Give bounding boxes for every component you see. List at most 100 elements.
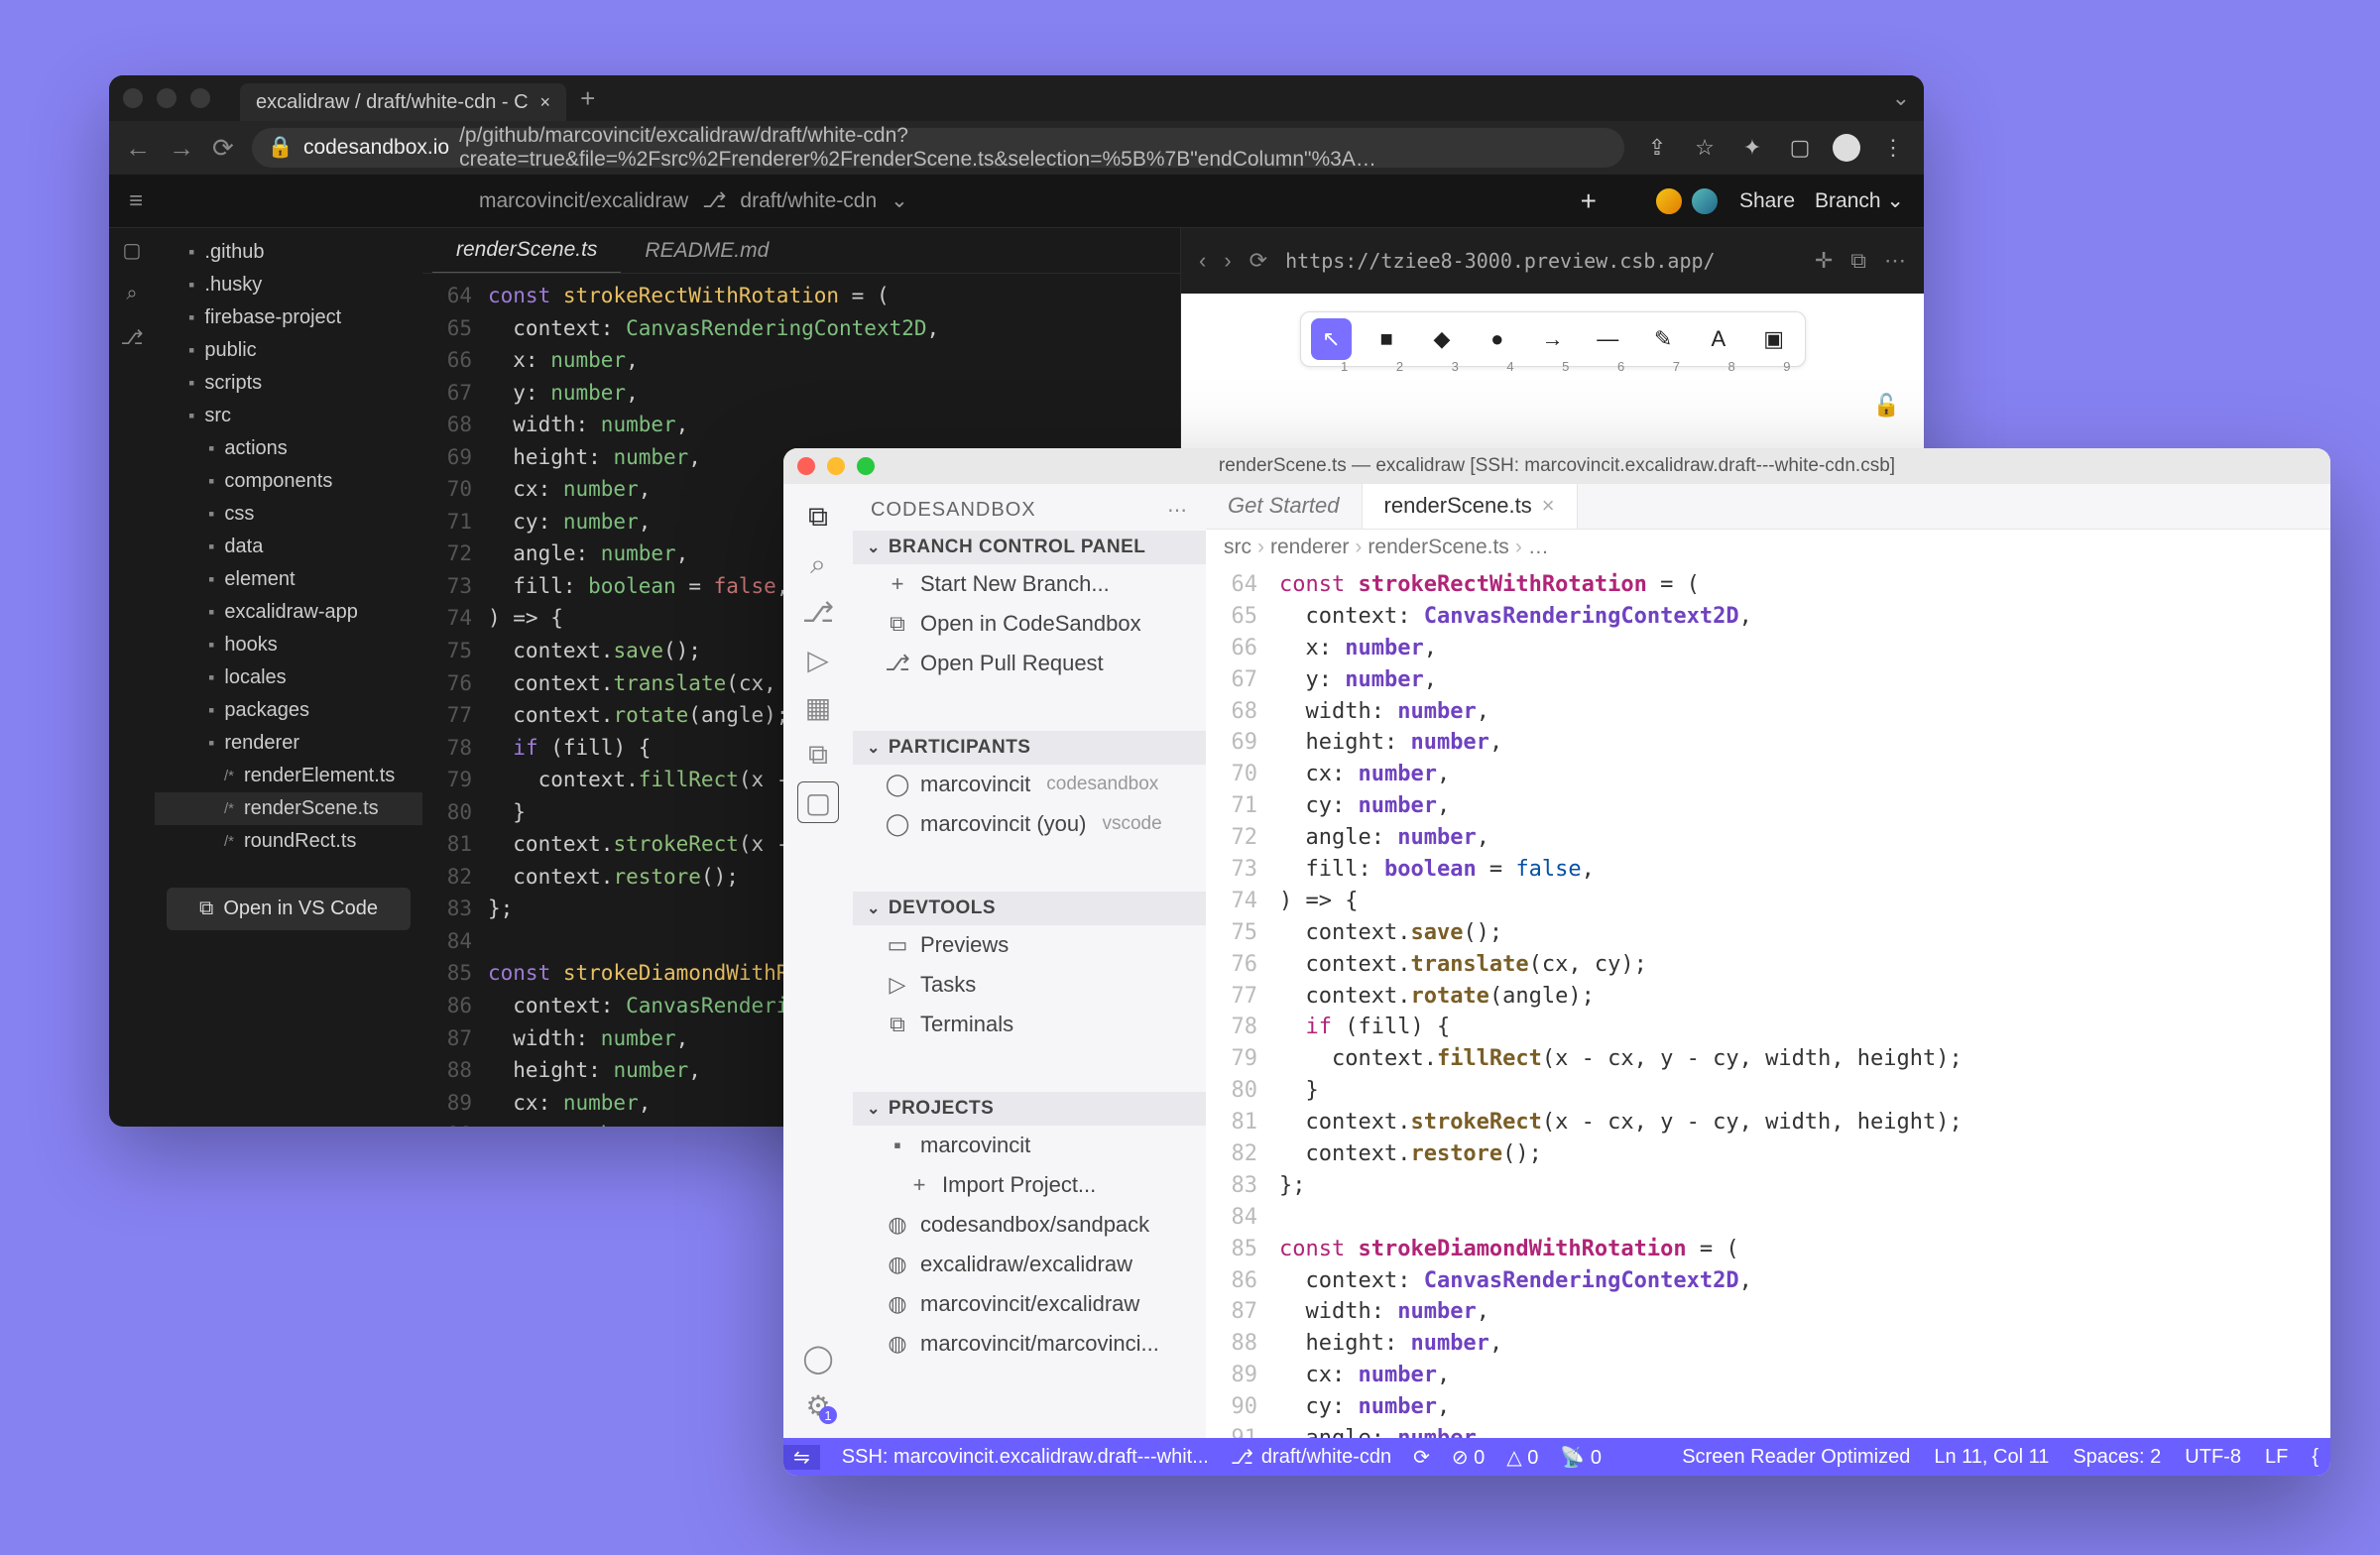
section-header[interactable]: ⌄PARTICIPANTS [853, 731, 1206, 765]
crumb-owner[interactable]: marcovincit/excalidraw [479, 189, 688, 213]
code-editor[interactable]: 6465666768697071727374757677787980818283… [1206, 565, 2330, 1438]
browser-tab[interactable]: excalidraw / draft/white-cdn - C × [240, 83, 566, 121]
folder-item[interactable]: ▪.husky [155, 269, 422, 301]
pointer-icon[interactable]: ✛ [1815, 248, 1833, 274]
lock-icon[interactable]: 🔓 [1873, 393, 1900, 419]
hamburger-icon[interactable]: ≡ [129, 187, 143, 215]
encoding-status[interactable]: UTF-8 [2185, 1446, 2241, 1469]
folder-item[interactable]: ▪css [155, 498, 422, 531]
text-tool[interactable]: A8 [1698, 318, 1739, 360]
folder-item[interactable]: ▪actions [155, 432, 422, 465]
panel-item[interactable]: ▷Tasks [853, 965, 1206, 1005]
circle-tool[interactable]: ●4 [1477, 318, 1518, 360]
reload-icon[interactable]: ⟳ [212, 133, 234, 164]
folder-item[interactable]: ▪hooks [155, 629, 422, 661]
avatar[interactable] [1690, 186, 1720, 216]
panel-item[interactable]: ⧉Terminals [853, 1005, 1206, 1044]
errors-status[interactable]: ⊘ 0 [1452, 1445, 1485, 1470]
chevron-down-icon[interactable]: ⌄ [891, 188, 908, 213]
lang-status[interactable]: { [2312, 1446, 2319, 1469]
file-item[interactable]: /*renderElement.ts [155, 760, 422, 792]
branch-icon[interactable]: ⎇ [109, 315, 155, 359]
editor-tab[interactable]: renderScene.ts× [1362, 482, 1578, 529]
share-button[interactable]: Share [1739, 189, 1795, 213]
account-icon[interactable]: ◯ [797, 1337, 839, 1378]
settings-icon[interactable]: ⚙ [797, 1384, 839, 1426]
eol-status[interactable]: LF [2265, 1446, 2288, 1469]
diamond-tool[interactable]: ◆3 [1421, 318, 1463, 360]
more-icon[interactable]: ⋯ [1167, 498, 1188, 523]
panel-item[interactable]: ◯marcovincitcodesandbox [853, 765, 1206, 804]
folder-item[interactable]: ▪renderer [155, 727, 422, 760]
url-field[interactable]: 🔒 codesandbox.io /p/github/marcovincit/e… [252, 128, 1624, 168]
file-item[interactable]: /*roundRect.ts [155, 825, 422, 858]
panel-icon[interactable]: ▢ [1785, 135, 1815, 161]
folder-item[interactable]: ▪excalidraw-app [155, 596, 422, 629]
folder-item[interactable]: ▪locales [155, 661, 422, 694]
puzzle-icon[interactable]: ✦ [1737, 135, 1767, 161]
panel-item[interactable]: ◍excalidraw/excalidraw [853, 1245, 1206, 1284]
reload-icon[interactable]: ⟳ [1250, 248, 1267, 274]
spaces-status[interactable]: Spaces: 2 [2073, 1446, 2161, 1469]
editor-tab[interactable]: README.md [621, 228, 792, 273]
star-icon[interactable]: ☆ [1690, 135, 1720, 161]
folder-item[interactable]: ▪.github [155, 236, 422, 269]
code[interactable]: const strokeRectWithRotation = ( context… [1271, 565, 2330, 1438]
folder-item[interactable]: ▪firebase-project [155, 301, 422, 334]
panel-item[interactable]: ◍marcovincit/marcovinci... [853, 1324, 1206, 1364]
new-tab-button[interactable]: + [580, 83, 595, 114]
traffic-lights[interactable] [123, 88, 210, 108]
back-icon[interactable]: ‹ [1199, 248, 1206, 274]
chevron-down-icon[interactable]: ⌄ [1892, 85, 1910, 111]
files-icon[interactable]: ⧉ [797, 496, 839, 538]
cursor-tool[interactable]: ↖1 [1311, 318, 1353, 360]
panel-item[interactable]: ▪marcovincit [853, 1126, 1206, 1165]
folder-item[interactable]: ▪public [155, 334, 422, 367]
editor-tab[interactable]: Get Started [1206, 483, 1362, 529]
remote-icon[interactable]: ⧉ [797, 734, 839, 776]
avatar[interactable] [1654, 186, 1684, 216]
open-in-vscode-button[interactable]: ⧉Open in VS Code [167, 888, 411, 930]
sync-status[interactable]: ⟳ [1413, 1445, 1430, 1470]
folder-item[interactable]: ▪components [155, 465, 422, 498]
ssh-status[interactable]: SSH: marcovincit.excalidraw.draft---whit… [842, 1446, 1209, 1469]
screen-reader-status[interactable]: Screen Reader Optimized [1682, 1446, 1910, 1469]
folder-item[interactable]: ▪data [155, 531, 422, 563]
close-icon[interactable]: × [540, 92, 551, 113]
file-icon[interactable]: ▢ [109, 228, 155, 272]
line-tool[interactable]: —6 [1587, 318, 1628, 360]
section-header[interactable]: ⌄BRANCH CONTROL PANEL [853, 531, 1206, 564]
crumb-branch[interactable]: draft/white-cdn [740, 189, 877, 213]
panel-item[interactable]: ◍codesandbox/sandpack [853, 1205, 1206, 1245]
section-header[interactable]: ⌄DEVTOOLS [853, 892, 1206, 925]
panel-item[interactable]: ⎇Open Pull Request [853, 644, 1206, 683]
panel-item[interactable]: ◯marcovincit (you)vscode [853, 804, 1206, 844]
codesandbox-icon[interactable]: ▢ [797, 781, 839, 823]
arrow-tool[interactable]: →5 [1532, 318, 1574, 360]
folder-item[interactable]: ▪element [155, 563, 422, 596]
debug-icon[interactable]: ▷ [797, 639, 839, 680]
panel-item[interactable]: ▭Previews [853, 925, 1206, 965]
panel-item[interactable]: ◍marcovincit/excalidraw [853, 1284, 1206, 1324]
cursor-status[interactable]: Ln 11, Col 11 [1934, 1446, 2049, 1469]
add-icon[interactable]: + [1581, 185, 1597, 217]
extensions-icon[interactable]: ▦ [797, 686, 839, 728]
search-icon[interactable]: ⌕ [109, 272, 155, 315]
more-icon[interactable]: ⋯ [1884, 248, 1906, 274]
folder-item[interactable]: ▪scripts [155, 367, 422, 400]
square-tool[interactable]: ■2 [1366, 318, 1407, 360]
branch-status[interactable]: ⎇ draft/white-cdn [1231, 1445, 1391, 1470]
remote-indicator[interactable]: ⇋ [783, 1445, 820, 1470]
kebab-icon[interactable]: ⋮ [1878, 135, 1908, 161]
traffic-lights[interactable] [797, 457, 875, 475]
warnings-status[interactable]: △ 0 [1506, 1445, 1538, 1470]
section-header[interactable]: ⌄PROJECTS [853, 1092, 1206, 1126]
pencil-tool[interactable]: ✎7 [1642, 318, 1684, 360]
panel-item[interactable]: ⧉Open in CodeSandbox [853, 604, 1206, 644]
breadcrumb[interactable]: src›renderer›renderScene.ts›… [1206, 530, 2330, 565]
image-tool[interactable]: ▣9 [1753, 318, 1795, 360]
ports-status[interactable]: 📡 0 [1560, 1445, 1602, 1470]
preview-url[interactable]: https://tziee8-3000.preview.csb.app/ [1285, 249, 1797, 273]
file-item[interactable]: /*renderScene.ts [155, 792, 422, 825]
editor-tab[interactable]: renderScene.ts [432, 228, 621, 273]
